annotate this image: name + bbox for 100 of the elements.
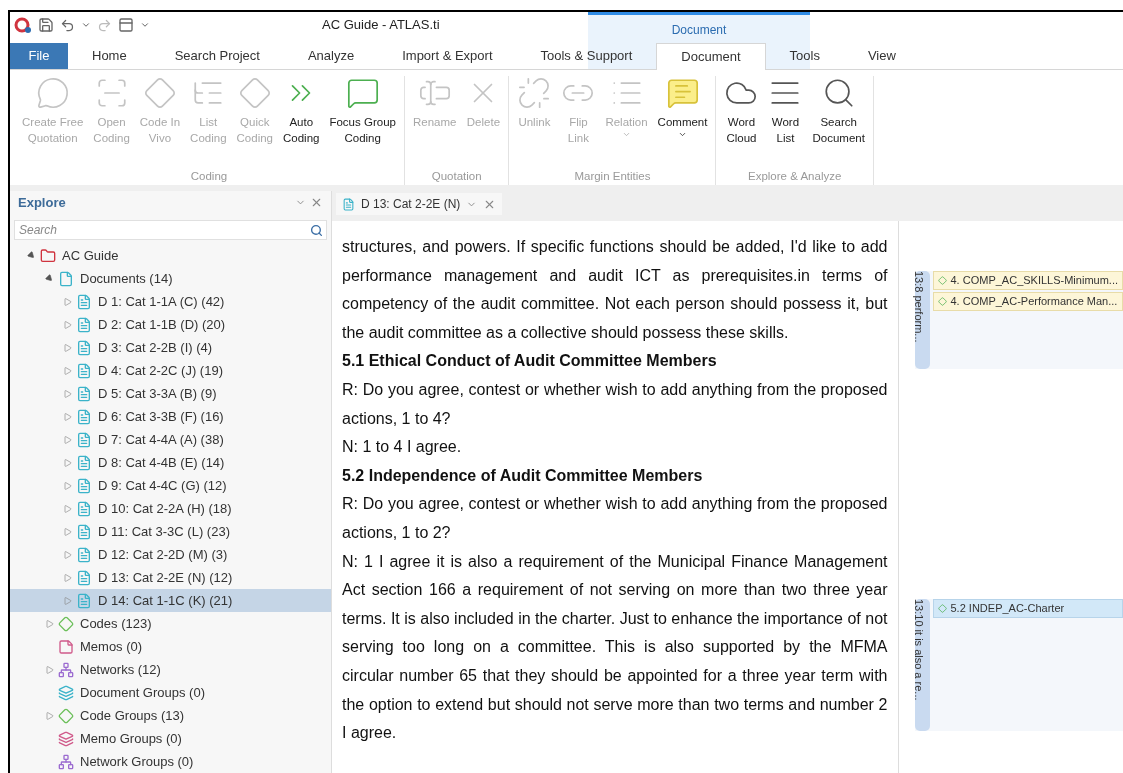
collapsed-icon[interactable] (64, 504, 72, 513)
tree-item[interactable]: Code Groups (13) (10, 704, 331, 727)
document-icon (76, 339, 92, 356)
document-icon (76, 316, 92, 333)
document-icon (76, 293, 92, 310)
collapsed-icon[interactable] (64, 366, 72, 375)
tree-item[interactable]: Network Groups (0) (10, 750, 331, 773)
code-tag[interactable]: 5.2 INDEP_AC-Charter (932, 599, 1123, 618)
group-label: Explore & Analyze (748, 168, 842, 184)
quotation-label[interactable]: 13:10 it is also a re... (914, 599, 930, 731)
tree-item[interactable]: Memos (0) (10, 635, 331, 658)
ribbon-button[interactable]: Comment (653, 76, 712, 164)
section-heading: 5.1 Ethical Conduct of Audit Committee Members (342, 351, 718, 372)
collapsed-icon[interactable] (64, 573, 72, 582)
caret-icon[interactable] (81, 20, 91, 30)
ribbon-button[interactable]: Word List (764, 76, 807, 164)
collapsed-icon[interactable] (64, 481, 72, 490)
tree-item[interactable]: D 7: Cat 4-4A (A) (38) (10, 428, 331, 451)
diamond-icon (142, 76, 177, 110)
tree-item[interactable]: D 1: Cat 1-1A (C) (42) (10, 290, 331, 313)
collapsed-icon[interactable] (64, 435, 72, 444)
ribbon-tab[interactable]: Search Project (150, 43, 284, 69)
tree-item[interactable]: D 12: Cat 2-2D (M) (3) (10, 543, 331, 566)
tree-item[interactable]: D 8: Cat 4-4B (E) (14) (10, 451, 331, 474)
search-field[interactable]: Search (14, 220, 327, 240)
tree-item[interactable]: Documents (14) (10, 267, 331, 290)
tree-item[interactable]: D 6: Cat 3-3B (F) (16) (10, 405, 331, 428)
ribbon-button[interactable]: Auto Coding (279, 76, 324, 164)
speech-bubble-icon (345, 76, 380, 110)
ribbon-tab[interactable]: Document (656, 43, 766, 70)
diamond-icon (58, 615, 74, 632)
document-icon (76, 362, 92, 379)
document-icon (76, 546, 92, 563)
tree-item[interactable]: D 11: Cat 3-3C (L) (23) (10, 520, 331, 543)
collapsed-icon[interactable] (64, 596, 72, 605)
customize-icon[interactable] (140, 20, 150, 30)
pane-title: Explore (18, 193, 66, 212)
collapsed-icon[interactable] (64, 389, 72, 398)
memo-icon (58, 638, 74, 655)
tree-item[interactable]: D 9: Cat 4-4C (G) (12) (10, 474, 331, 497)
code-tag[interactable]: 4. COMP_AC_SKILLS-Minimum... (932, 271, 1123, 290)
save-icon[interactable] (38, 17, 54, 33)
collapsed-icon[interactable] (46, 619, 54, 628)
tree-item[interactable]: Document Groups (0) (10, 681, 331, 704)
document-folder-icon (58, 270, 74, 287)
document-icon (76, 477, 92, 494)
ribbon-button[interactable]: Focus Group Coding (325, 76, 400, 164)
expanded-icon[interactable] (44, 273, 55, 284)
document-icon (76, 431, 92, 448)
ribbon-button[interactable]: Search Document (808, 76, 869, 164)
network-icon (58, 661, 74, 678)
file-tab[interactable]: File (10, 43, 68, 69)
paragraph: structures, and powers. If specific functions should be added, I'd like to add performance management and audit ICT as prerequisites.in terms of competency of the audit committee. Not each person should possess it, but the audit committee as a collective should possess these skills. (342, 237, 888, 343)
collapsed-icon[interactable] (64, 527, 72, 536)
code-tag[interactable]: 4. COMP_AC-Performance Man... (932, 292, 1123, 311)
tree-item[interactable]: D 3: Cat 2-2B (I) (4) (10, 336, 331, 359)
tree-item[interactable]: Memo Groups (0) (10, 727, 331, 750)
document-icon (76, 592, 92, 609)
ribbon-tab[interactable]: Analyze (283, 43, 379, 69)
window-icon[interactable] (118, 17, 134, 33)
diamond-icon (237, 76, 272, 110)
ribbon-tab[interactable]: Home (68, 43, 151, 69)
network-icon (58, 753, 74, 770)
tree-item[interactable]: D 13: Cat 2-2E (N) (12) (10, 566, 331, 589)
group-label: Margin Entities (574, 168, 651, 184)
tree-item[interactable]: Codes (123) (10, 612, 331, 635)
tree-item[interactable]: D 5: Cat 3-3A (B) (9) (10, 382, 331, 405)
collapsed-icon[interactable] (64, 297, 72, 306)
ribbon-button[interactable]: Word Cloud (720, 76, 763, 164)
group-label: Quotation (431, 168, 482, 184)
editor-tab[interactable]: D 13: Cat 2-2E (N) (336, 193, 503, 215)
collapsed-icon[interactable] (64, 412, 72, 421)
section-heading: 5.2 Independence of Audit Committee Members (342, 465, 704, 486)
collapsed-icon[interactable] (64, 550, 72, 559)
collapsed-icon[interactable] (64, 458, 72, 467)
paragraph: R: Do you agree, contest or whether wish to add anything from the proposed actions, 1 to 4? (342, 379, 888, 429)
paragraph: R: Do you agree, contest or whether wish to add anything from the proposed actions, 1 to 2? (342, 494, 888, 543)
search-icon[interactable] (310, 223, 323, 237)
tree-item[interactable]: D 4: Cat 2-2C (J) (19) (10, 359, 331, 382)
document-icon (342, 197, 355, 211)
group-icon (58, 730, 74, 747)
collapsed-icon[interactable] (46, 711, 54, 720)
tree-item[interactable]: Networks (12) (10, 658, 331, 681)
quotation-label[interactable]: 13:8 perform... (914, 271, 930, 369)
tree-item[interactable]: D 2: Cat 1-1B (D) (20) (10, 313, 331, 336)
collapsed-icon[interactable] (64, 343, 72, 352)
document-icon (76, 408, 92, 425)
collapsed-icon[interactable] (64, 320, 72, 329)
document-icon (76, 454, 92, 471)
tree-item[interactable]: D 10: Cat 2-2A (H) (18) (10, 497, 331, 520)
expanded-icon[interactable] (26, 250, 37, 261)
redo-icon[interactable] (97, 17, 112, 33)
ribbon-tab[interactable]: View (843, 43, 920, 69)
collapsed-icon[interactable] (46, 665, 54, 674)
undo-icon[interactable] (60, 17, 75, 33)
tree-item[interactable]: AC Guide (10, 244, 331, 267)
close-icon[interactable] (310, 196, 323, 209)
document-icon (76, 385, 92, 402)
tree-item[interactable]: D 14: Cat 1-1C (K) (21) (10, 589, 331, 612)
ribbon-tab[interactable]: Import & Export (378, 43, 517, 69)
